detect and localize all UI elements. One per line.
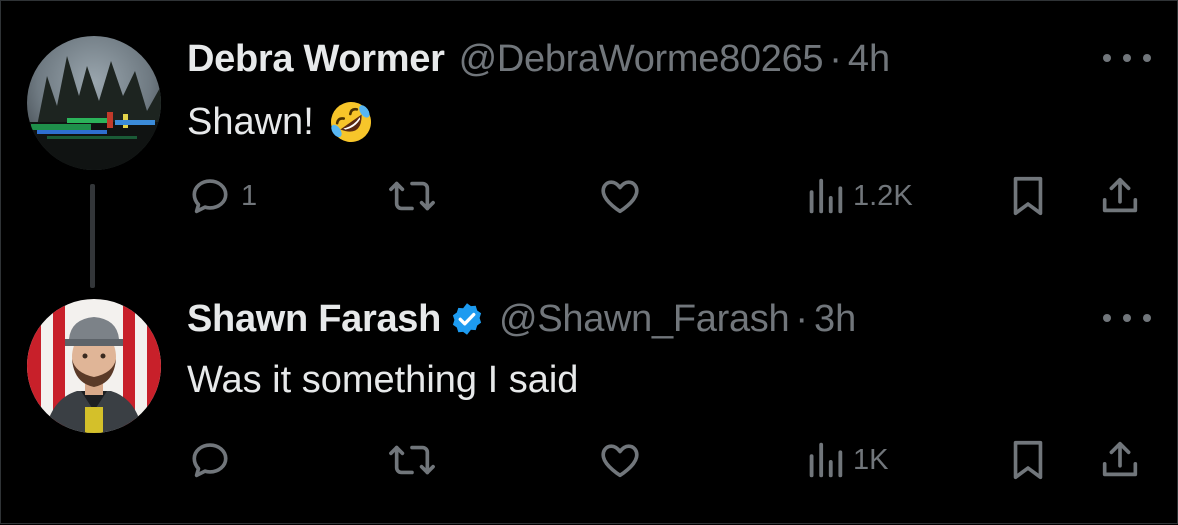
share-icon [1102,441,1138,477]
bookmark-button[interactable] [1007,435,1049,485]
like-button[interactable] [597,171,651,221]
rolling-on-floor-laughing-icon [330,102,371,142]
retweet-icon [389,181,435,211]
bookmark-icon [1013,440,1043,480]
tweet-header: Debra Wormer @DebraWorme80265 · 4h [187,34,890,84]
timestamp[interactable]: 4h [848,38,890,81]
heart-icon [601,180,639,214]
analytics-icon [809,178,843,214]
tweet[interactable]: Debra Wormer @DebraWorme80265 · 4h Shawn… [1,1,1178,288]
heart-icon [601,444,639,478]
share-icon [1102,177,1138,213]
tweet-text: Shawn! [187,97,376,147]
analytics-icon [809,442,843,478]
views-button[interactable]: 1K [805,435,888,485]
tweet-actions: 1K [187,435,1151,485]
views-button[interactable]: 1.2K [805,171,913,221]
tweet-text-content: Shawn! [187,100,314,143]
more-options-icon[interactable] [1103,308,1151,328]
share-button[interactable] [1097,171,1143,221]
views-count: 1.2K [853,179,913,212]
reply-count: 1 [241,179,258,212]
views-count: 1K [853,443,889,476]
tweet-text: Was it something I said [187,355,578,405]
tweet[interactable]: Shawn Farash @Shawn_Farash · 3h Was it s… [1,263,1178,525]
timestamp[interactable]: 3h [814,298,856,341]
like-button[interactable] [597,435,651,485]
reply-button[interactable] [187,435,241,485]
bookmark-icon [1013,176,1043,216]
reply-icon [192,443,228,478]
user-handle[interactable]: @Shawn_Farash [499,298,790,341]
separator: · [795,297,808,340]
separator: · [829,37,842,80]
reply-icon [192,179,228,214]
bookmark-button[interactable] [1007,171,1049,221]
retweet-button[interactable] [387,171,445,221]
tweet-text-content: Was it something I said [187,358,579,401]
retweet-icon [389,445,435,475]
display-name[interactable]: Shawn Farash [187,298,441,341]
avatar[interactable] [27,36,161,170]
retweet-button[interactable] [387,435,445,485]
share-button[interactable] [1097,435,1143,485]
user-handle[interactable]: @DebraWorme80265 [459,38,824,81]
tweet-header: Shawn Farash @Shawn_Farash · 3h [187,294,856,344]
verified-badge-icon[interactable] [449,301,485,337]
reply-button[interactable]: 1 [187,171,257,221]
conversation-thread: Debra Wormer @DebraWorme80265 · 4h Shawn… [0,0,1178,524]
avatar[interactable] [27,299,161,433]
tweet-actions: 1 1.2K [187,171,1151,221]
display-name[interactable]: Debra Wormer [187,38,445,81]
more-options-icon[interactable] [1103,48,1151,68]
